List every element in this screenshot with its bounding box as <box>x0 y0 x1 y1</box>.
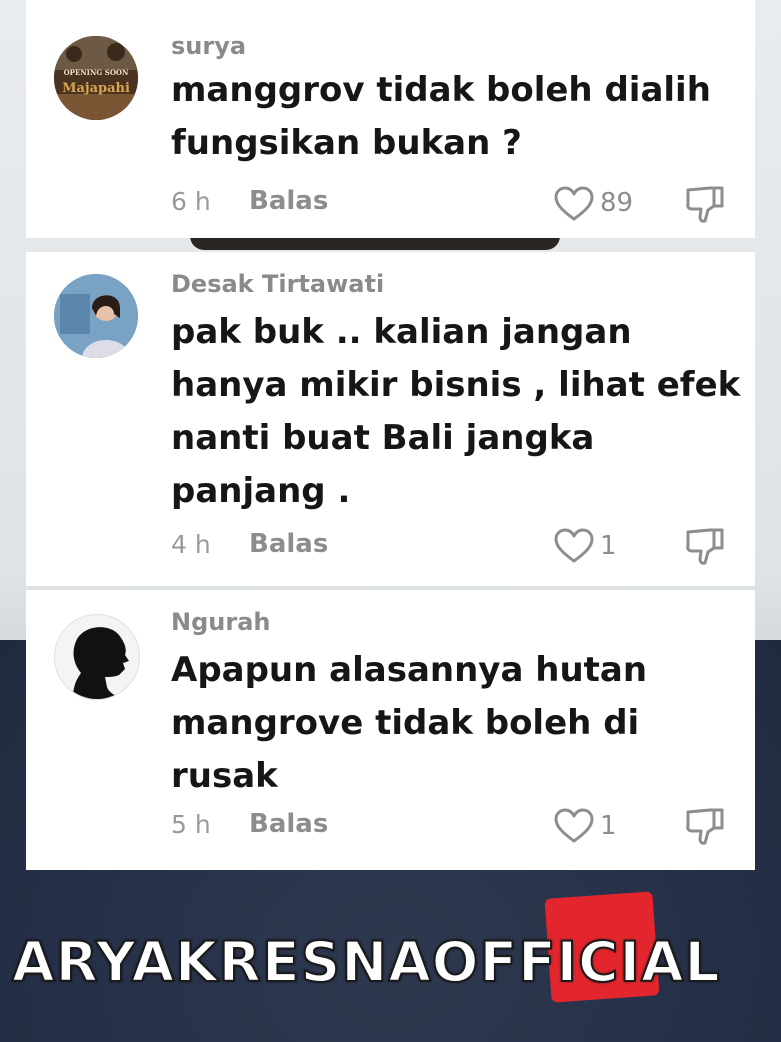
comment-username[interactable]: Ngurah <box>171 608 270 636</box>
comment-card: OPENING SOON Majapahi surya manggrov tid… <box>26 0 755 238</box>
watermark-text: ARYAKRESNAOFFICIAL <box>11 929 721 995</box>
background-hair <box>190 236 560 250</box>
heart-outline-icon[interactable] <box>554 808 594 844</box>
thumbs-down-icon[interactable] <box>684 184 726 224</box>
reply-button[interactable]: Balas <box>249 186 328 216</box>
avatar[interactable] <box>54 274 138 358</box>
comment-username[interactable]: Desak Tirtawati <box>171 270 384 298</box>
avatar-poster-image: OPENING SOON Majapahi <box>54 36 138 120</box>
comment-card: Desak Tirtawati pak buk .. kalian jangan… <box>26 252 755 586</box>
comment-text: pak buk .. kalian jangan hanya mikir bis… <box>171 312 741 511</box>
comment-timestamp: 5 h <box>171 810 211 839</box>
thumbs-down-icon[interactable] <box>684 806 726 846</box>
avatar[interactable] <box>54 614 140 700</box>
comment-username[interactable]: surya <box>171 32 246 60</box>
heart-outline-icon[interactable] <box>554 528 594 564</box>
thumbs-down-icon[interactable] <box>684 526 726 566</box>
avatar[interactable]: OPENING SOON Majapahi <box>54 36 138 120</box>
svg-text:OPENING SOON: OPENING SOON <box>64 68 129 77</box>
comment-card: Ngurah Apapun alasannya hutan mangrove t… <box>26 590 755 870</box>
comment-text: Apapun alasannya hutan mangrove tidak bo… <box>171 650 648 796</box>
avatar-silhouette-image <box>55 615 139 699</box>
like-count: 1 <box>600 531 617 561</box>
svg-text:Majapahi: Majapahi <box>62 81 130 96</box>
heart-outline-icon[interactable] <box>554 186 594 222</box>
reply-button[interactable]: Balas <box>249 529 328 559</box>
reply-button[interactable]: Balas <box>249 809 328 839</box>
like-count: 1 <box>600 811 617 841</box>
avatar-photo-image <box>54 274 138 358</box>
comment-text: manggrov tidak boleh dialih fungsikan bu… <box>171 70 711 163</box>
like-count: 89 <box>600 188 634 218</box>
comment-timestamp: 6 h <box>171 187 211 216</box>
comment-timestamp: 4 h <box>171 530 211 559</box>
